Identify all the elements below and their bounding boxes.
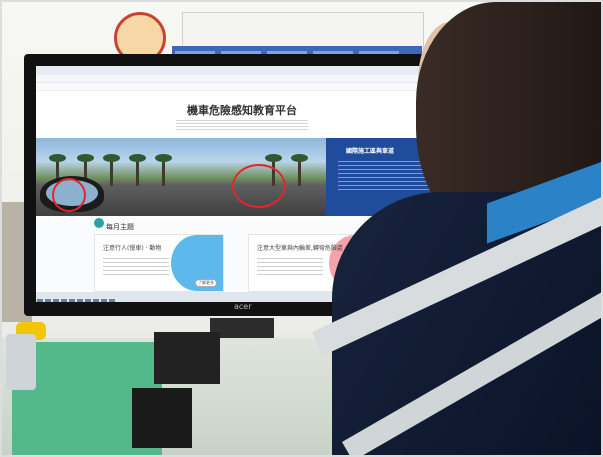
topic-card-1[interactable]: 注意行人(慢車) · 動物 了解更多 [94, 234, 224, 292]
hazard-circle-left [52, 178, 86, 212]
keyboard [132, 388, 192, 448]
person-viewer [312, 2, 601, 455]
road-image [36, 138, 326, 216]
card-title: 注意大型車與內輪差,轉彎危險處 [257, 245, 343, 252]
learn-more-button[interactable]: 了解更多 [195, 279, 217, 287]
photo-scene: 機車危險感知教育平台 國際施工區與車道 每月主題 注意行人(慢車) · 動物 了… [0, 0, 603, 457]
desk-device [154, 332, 220, 384]
monitor-brand-logo: acer [234, 302, 252, 311]
card-title: 注意行人(慢車) · 動物 [103, 245, 162, 252]
page-subtitle-lines [176, 118, 308, 130]
topic-icon [94, 218, 104, 228]
desk-phone [6, 334, 36, 390]
hazard-circle-right [232, 164, 286, 208]
section-title: 每月主題 [106, 223, 134, 231]
